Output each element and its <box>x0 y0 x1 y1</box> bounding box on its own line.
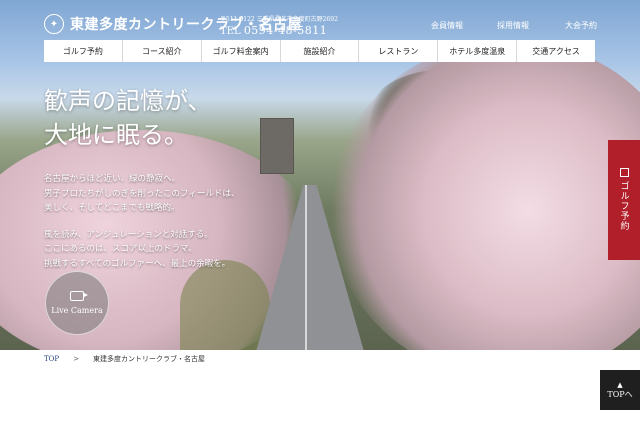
lead-line: ここにあるのは、スコア以上のドラマ。 <box>44 244 197 254</box>
lead-line: 風を読み、アンジュレーションと対話する。 <box>44 229 213 240</box>
tournament-reserve-link[interactable]: 大会予約 <box>565 20 597 31</box>
nav-fee[interactable]: ゴルフ料金案内 <box>202 40 281 62</box>
catch-copy: 歓声の記憶が、 大地に眠る。 <box>44 84 212 152</box>
nav-hotel[interactable]: ホテル多度温泉 <box>438 40 518 62</box>
up-arrow-icon: ▲ <box>617 380 623 389</box>
live-camera-label: Live Camera <box>51 306 103 315</box>
logo-icon: ✦ <box>44 14 64 34</box>
hero-image: ✦ 東建多度カントリークラブ・名古屋 〒511-0122 三重県桑名市多度町古野… <box>0 0 640 350</box>
nav-restaurant[interactable]: レストラン <box>359 40 439 62</box>
back-to-top-button[interactable]: ▲ TOPへ <box>600 370 640 410</box>
catch-line-1: 歓声の記憶が、 <box>44 87 212 115</box>
road-line <box>305 185 307 350</box>
catch-line-2: 大地に眠る。 <box>44 121 188 149</box>
nav-course[interactable]: コース紹介 <box>123 40 202 62</box>
nav-facility[interactable]: 施設紹介 <box>281 40 360 62</box>
lead-line: 挑戦するすべてのゴルファーへ、最上の余暇を。 <box>44 258 231 269</box>
lead-line: 美しく、そしてどこまでも戦略的。 <box>44 203 180 213</box>
lead-line <box>44 216 239 228</box>
breadcrumb-separator: > <box>73 355 79 363</box>
nav-golf-reserve[interactable]: ゴルフ予約 <box>44 40 123 62</box>
global-nav: ゴルフ予約 コース紹介 ゴルフ料金案内 施設紹介 レストラン ホテル多度温泉 交… <box>44 40 595 62</box>
breadcrumb-current: 東建多度カントリークラブ・名古屋 <box>93 355 205 363</box>
breadcrumb: TOP > 東建多度カントリークラブ・名古屋 <box>44 352 205 366</box>
side-golf-reserve-button[interactable]: ゴルフ予約 <box>608 140 640 260</box>
lead-text: 名古屋からほど近い、緑の静寂へ。 男子プロたちがしのぎを削ったこのフィールドは、… <box>44 172 239 271</box>
back-to-top-label: TOPへ <box>607 389 633 399</box>
cherry-tree-right <box>330 40 640 350</box>
grass <box>180 260 270 350</box>
reserve-icon <box>619 168 629 177</box>
recruit-link[interactable]: 採用情報 <box>497 20 529 31</box>
tel-number[interactable]: 0594-48-5811 <box>244 24 327 37</box>
tel-label: TEL <box>220 26 241 37</box>
breadcrumb-home[interactable]: TOP <box>44 355 59 363</box>
nav-access[interactable]: 交通アクセス <box>517 40 595 62</box>
live-camera-button[interactable]: Live Camera <box>45 271 109 335</box>
building <box>260 118 294 174</box>
member-info-link[interactable]: 会員情報 <box>431 20 463 31</box>
lead-line: 名古屋からほど近い、緑の静寂へ。 <box>44 174 181 184</box>
lead-line: 男子プロたちがしのぎを削ったこのフィールドは、 <box>44 188 240 199</box>
camera-icon <box>70 291 88 301</box>
tel: TEL 0594-48-5811 <box>220 24 327 37</box>
side-golf-reserve-label: ゴルフ予約 <box>618 181 629 231</box>
address: 〒511-0122 三重県桑名市多度町古野2692 <box>220 16 338 23</box>
